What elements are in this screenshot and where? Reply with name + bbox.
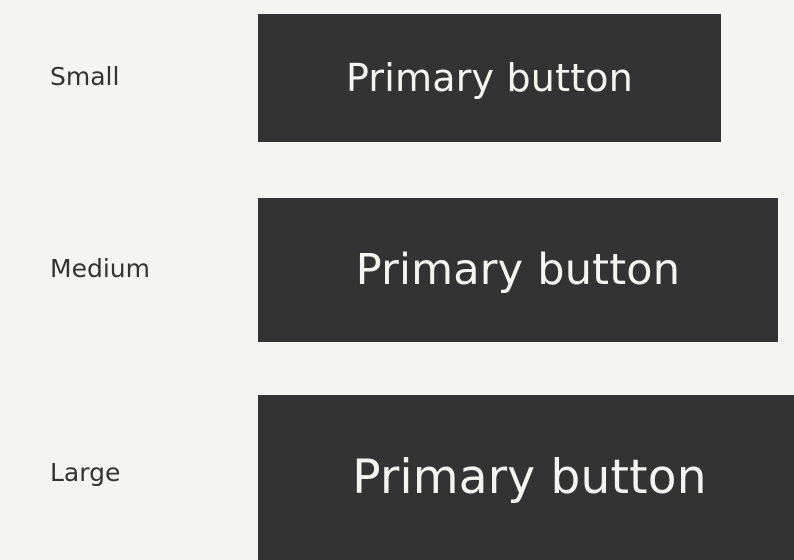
primary-button-large-label: Primary button — [352, 450, 707, 505]
primary-button-medium-label: Primary button — [355, 245, 681, 295]
size-label-medium: Medium — [50, 254, 150, 283]
primary-button-small-label: Primary button — [345, 56, 634, 100]
primary-button-small[interactable]: Primary button — [258, 14, 721, 142]
primary-button-medium[interactable]: Primary button — [258, 198, 778, 342]
primary-button-large[interactable]: Primary button — [258, 395, 794, 560]
size-label-small: Small — [50, 62, 120, 91]
size-label-large: Large — [50, 458, 121, 487]
